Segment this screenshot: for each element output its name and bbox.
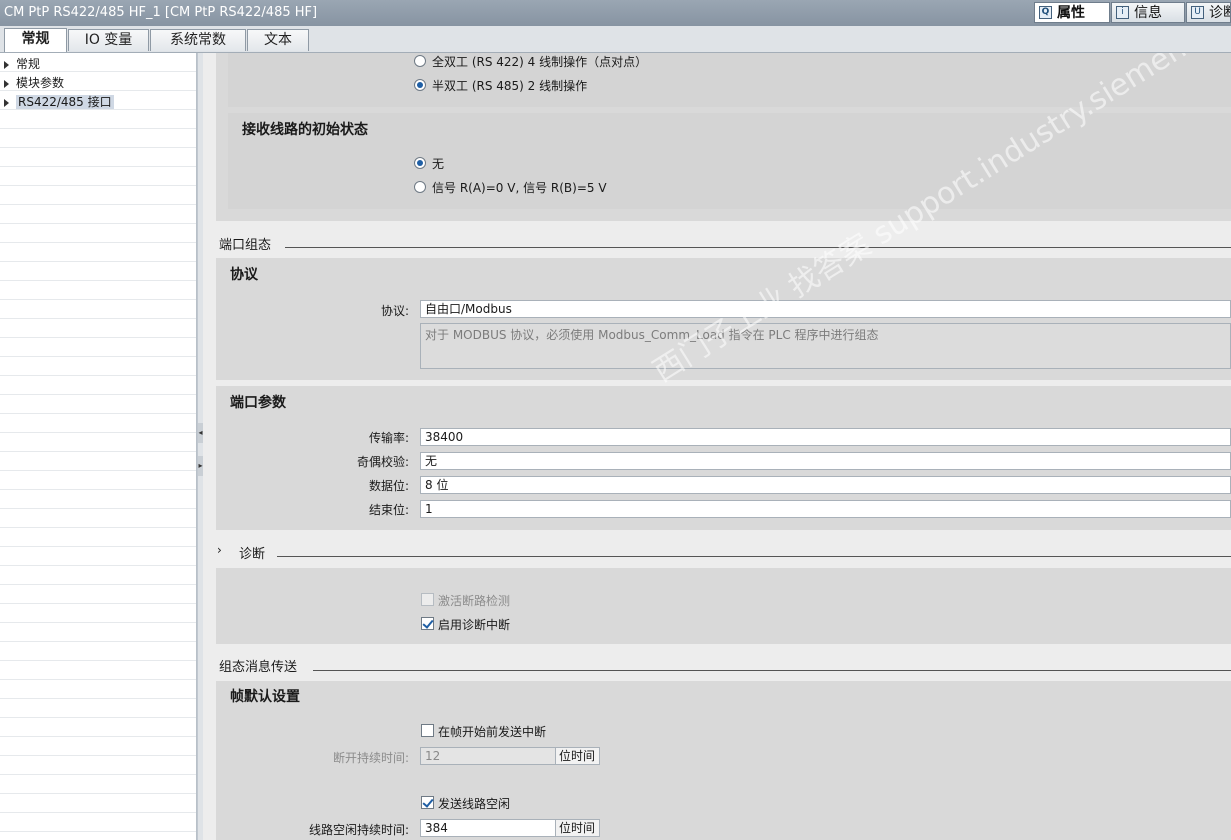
baud-rate-label: 传输率: bbox=[368, 431, 409, 445]
tab-diagnostics-label: 诊断 bbox=[1209, 5, 1230, 21]
tree-item-rs422-485-interface[interactable]: RS422/485 接口 bbox=[4, 93, 114, 111]
port-config-heading: 端口组态 bbox=[219, 238, 272, 253]
idle-duration-input[interactable]: 384 bbox=[420, 819, 556, 837]
wire-break-checkbox[interactable] bbox=[421, 593, 434, 606]
section-divider bbox=[313, 670, 1231, 671]
window-title-bar: CM PtP RS422/485 HF_1 [CM PtP RS422/485 … bbox=[0, 0, 1231, 26]
diagnostics-icon: U bbox=[1191, 6, 1204, 19]
diag-interrupt-checkbox[interactable] bbox=[421, 617, 434, 630]
break-duration-label: 断开持续时间: bbox=[332, 751, 409, 765]
data-bits-label: 数据位: bbox=[368, 479, 409, 493]
section-divider bbox=[277, 556, 1231, 557]
expand-arrow-icon[interactable] bbox=[4, 60, 9, 69]
expand-arrow-icon[interactable] bbox=[4, 98, 9, 107]
tab-info-label: 信息 bbox=[1134, 5, 1162, 21]
tree-item-module-parameters[interactable]: 模块参数 bbox=[4, 74, 64, 92]
half-duplex-label: 半双工 (RS 485) 2 线制操作 bbox=[432, 79, 588, 93]
properties-content: 全双工 (RS 422) 4 线制操作（点对点） 半双工 (RS 485) 2 … bbox=[203, 53, 1231, 840]
protocol-select[interactable]: 自由口/Modbus bbox=[420, 300, 1231, 318]
receive-signal-label: 信号 R(A)=0 V, 信号 R(B)=5 V bbox=[432, 181, 607, 195]
stop-bits-label: 结束位: bbox=[368, 503, 409, 517]
main-tabs: 常规 IO 变量 系统常数 文本 bbox=[0, 26, 1231, 53]
diagnostics-panel: 激活断路检测 启用诊断中断 bbox=[216, 568, 1231, 644]
parity-label: 奇偶校验: bbox=[356, 455, 409, 469]
tab-properties-label: 属性 bbox=[1057, 5, 1085, 21]
tab-system-constants[interactable]: 系统常数 bbox=[150, 29, 246, 51]
idle-duration-label: 线路空闲持续时间: bbox=[308, 823, 409, 837]
expand-arrow-icon[interactable] bbox=[4, 79, 9, 88]
protocol-title: 协议 bbox=[230, 267, 258, 283]
protocol-panel: 协议 协议: 自由口/Modbus 对于 MODBUS 协议，必须使用 Modb… bbox=[216, 258, 1231, 380]
operation-mode-panel: 全双工 (RS 422) 4 线制操作（点对点） 半双工 (RS 485) 2 … bbox=[216, 53, 1231, 221]
port-params-panel: 端口参数 传输率: 38400 奇偶校验: 无 数据位: 8 位 结束位: 1 bbox=[216, 386, 1231, 530]
protocol-note: 对于 MODBUS 协议，必须使用 Modbus_Comm_Load 指令在 P… bbox=[420, 323, 1231, 369]
diagnostics-heading: 诊断 bbox=[239, 547, 266, 562]
tab-properties[interactable]: Q 属性 bbox=[1034, 2, 1110, 23]
send-idle-checkbox[interactable] bbox=[421, 796, 434, 809]
send-idle-label: 发送线路空闲 bbox=[438, 797, 511, 811]
tab-general[interactable]: 常规 bbox=[4, 28, 67, 52]
tree-item-label: RS422/485 接口 bbox=[16, 95, 114, 109]
receive-line-title: 接收线路的初始状态 bbox=[242, 122, 368, 138]
data-bits-select[interactable]: 8 位 bbox=[420, 476, 1231, 494]
half-duplex-radio[interactable] bbox=[414, 79, 426, 91]
receive-line-box: 接收线路的初始状态 无 信号 R(A)=0 V, 信号 R(B)=5 V bbox=[228, 113, 1231, 209]
send-break-label: 在帧开始前发送中断 bbox=[438, 725, 547, 739]
full-duplex-label: 全双工 (RS 422) 4 线制操作（点对点） bbox=[432, 55, 648, 69]
section-divider bbox=[285, 247, 1231, 248]
parity-select[interactable]: 无 bbox=[420, 452, 1231, 470]
frame-defaults-title: 帧默认设置 bbox=[230, 689, 300, 705]
tree-item-label: 常规 bbox=[16, 57, 41, 71]
receive-signal-radio[interactable] bbox=[414, 181, 426, 193]
frame-defaults-panel: 帧默认设置 在帧开始前发送中断 断开持续时间: 12 位时间 发送线路空闲 线路… bbox=[216, 681, 1231, 840]
window-title: CM PtP RS422/485 HF_1 [CM PtP RS422/485 … bbox=[4, 5, 318, 20]
message-transfer-heading: 组态消息传送 bbox=[219, 660, 298, 675]
info-icon: i bbox=[1116, 6, 1129, 19]
diag-interrupt-label: 启用诊断中断 bbox=[438, 618, 511, 632]
full-duplex-radio[interactable] bbox=[414, 55, 426, 67]
receive-none-label: 无 bbox=[432, 157, 445, 171]
break-duration-input[interactable]: 12 bbox=[420, 747, 556, 765]
receive-none-radio[interactable] bbox=[414, 157, 426, 169]
break-duration-unit: 位时间 bbox=[556, 747, 600, 765]
tree-item-label: 模块参数 bbox=[16, 76, 65, 90]
stop-bits-select[interactable]: 1 bbox=[420, 500, 1231, 518]
chevron-right-icon[interactable]: › bbox=[217, 543, 222, 557]
operation-mode-box: 全双工 (RS 422) 4 线制操作（点对点） 半双工 (RS 485) 2 … bbox=[228, 53, 1231, 107]
tree-item-general[interactable]: 常规 bbox=[4, 55, 40, 73]
tab-io-tags[interactable]: IO 变量 bbox=[68, 29, 149, 51]
wire-break-label: 激活断路检测 bbox=[438, 594, 511, 608]
navigation-tree: 常规 模块参数 RS422/485 接口 bbox=[0, 53, 197, 840]
idle-duration-unit: 位时间 bbox=[556, 819, 600, 837]
tab-texts[interactable]: 文本 bbox=[247, 29, 309, 51]
baud-rate-select[interactable]: 38400 bbox=[420, 428, 1231, 446]
send-break-checkbox[interactable] bbox=[421, 724, 434, 737]
protocol-label: 协议: bbox=[380, 304, 409, 318]
tab-diagnostics[interactable]: U 诊断 bbox=[1186, 2, 1231, 23]
port-params-title: 端口参数 bbox=[230, 395, 286, 411]
properties-icon: Q bbox=[1039, 6, 1052, 19]
tab-info[interactable]: i 信息 bbox=[1111, 2, 1185, 23]
